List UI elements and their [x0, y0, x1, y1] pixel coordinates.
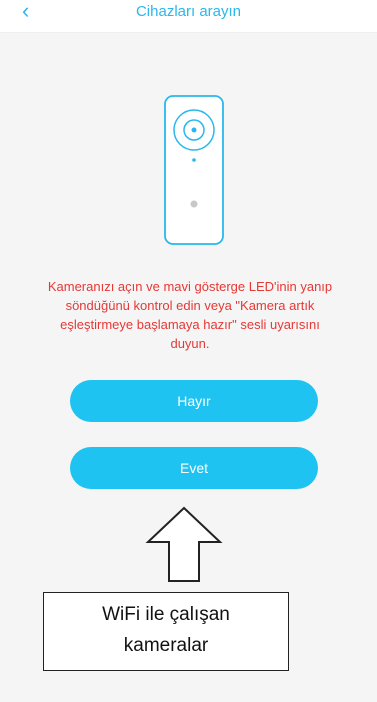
device-search-screen: ‹ Cihazları arayın Kameranızı açın ve ma…	[0, 0, 377, 702]
no-button[interactable]: Hayır	[70, 380, 318, 422]
camera-button	[190, 200, 198, 208]
main-content: Kameranızı açın ve mavi gösterge LED'ini…	[0, 33, 377, 702]
annotation-line-2: kameralar	[123, 635, 209, 656]
up-arrow-icon	[145, 506, 223, 582]
camera-illustration	[164, 95, 224, 245]
top-bar: ‹ Cihazları arayın	[0, 0, 377, 33]
instruction-text: Kameranızı açın ve mavi gösterge LED'ini…	[47, 279, 333, 351]
camera-body	[164, 95, 224, 245]
yes-button[interactable]: Evet	[70, 447, 318, 489]
led-indicator	[192, 158, 196, 162]
annotation-box: WiFi ile çalışan kameralar	[43, 592, 289, 671]
camera-lens-center	[191, 127, 197, 133]
annotation-line-1: WiFi ile çalışan	[102, 604, 230, 625]
page-title: Cihazları arayın	[135, 3, 242, 20]
